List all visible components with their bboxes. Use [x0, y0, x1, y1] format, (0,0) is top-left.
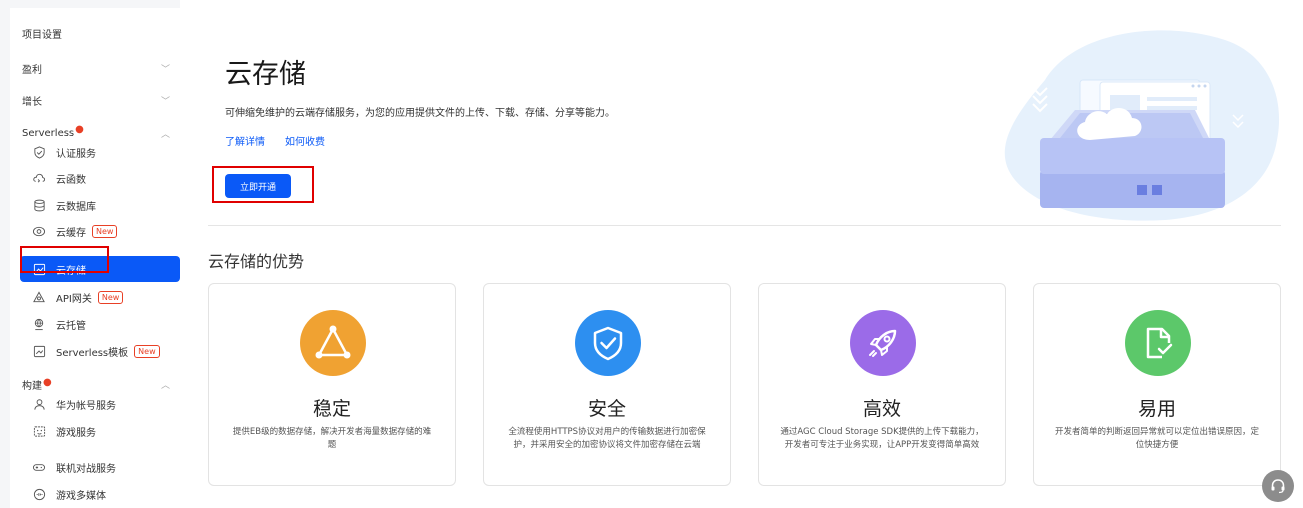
sidebar-item-label: 认证服务	[56, 148, 96, 160]
section-divider	[208, 225, 1281, 226]
card-description: 提供EB级的数据存储，解决开发者海量数据存储的难题	[232, 427, 432, 450]
sidebar-item-label: 游戏多媒体	[56, 490, 106, 502]
advantage-card-stable: 稳定 提供EB级的数据存储，解决开发者海量数据存储的难题	[208, 283, 456, 486]
shield-check-icon	[32, 145, 46, 159]
sidebar-project-settings[interactable]: 项目设置	[22, 23, 170, 43]
highlight-box-open-button	[212, 166, 314, 203]
storage-illustration	[1004, 30, 1280, 221]
page-description: 可伸缩免维护的云端存储服务，为您的应用提供文件的上传、下载、存储、分享等能力。	[225, 108, 615, 119]
highlight-box-sidebar-storage	[20, 246, 109, 273]
sidebar-item-cloud-function[interactable]: 云函数	[20, 165, 180, 191]
sidebar-section-growth[interactable]: 增长 ﹀	[22, 90, 170, 110]
sidebar-item-game-service[interactable]: 游戏服务	[20, 418, 180, 444]
sidebar-item-label: Serverless模板	[56, 347, 129, 359]
triangle-nodes-icon	[300, 310, 366, 376]
rocket-icon	[850, 310, 916, 376]
cloud-function-icon	[32, 171, 46, 185]
template-icon	[32, 344, 46, 358]
sidebar-item-label: 云缓存	[56, 227, 86, 239]
database-icon	[32, 198, 46, 212]
chevron-down-icon: ﹀	[160, 64, 170, 75]
sidebar-section-monetize[interactable]: 盈利 ﹀	[22, 58, 170, 78]
game-icon	[32, 424, 46, 438]
sidebar-item-serverless-template[interactable]: Serverless模板 New	[20, 338, 180, 364]
sidebar-item-game-multimedia[interactable]: 游戏多媒体	[20, 481, 180, 507]
sidebar-section-label: Serverless	[22, 127, 75, 139]
sidebar-item-cloud-database[interactable]: 云数据库	[20, 192, 180, 218]
sidebar-item-label: 华为帐号服务	[56, 400, 116, 412]
sidebar-item-label: 游戏服务	[56, 427, 96, 439]
multimedia-icon	[32, 487, 46, 501]
advantages-title: 云存储的优势	[208, 252, 305, 271]
learn-more-link[interactable]: 了解详情	[225, 133, 265, 148]
chevron-down-icon: ﹀	[160, 96, 170, 107]
sidebar-item-label: 云托管	[56, 320, 86, 332]
red-dot-indicator: ●	[75, 123, 84, 135]
card-description: 全流程使用HTTPS协议对用户的传输数据进行加密保护，并采用安全的加密协议将文件…	[508, 427, 706, 450]
sidebar-item-auth-service[interactable]: 认证服务	[20, 139, 180, 165]
card-description: 开发者简单的判断返回异常就可以定位出错误原因，定位快捷方便	[1054, 427, 1259, 450]
card-description: 通过AGC Cloud Storage SDK提供的上传下载能力，开发者可专注于…	[780, 427, 984, 450]
advantage-card-efficient: 高效 通过AGC Cloud Storage SDK提供的上传下载能力，开发者可…	[758, 283, 1006, 486]
sidebar-project-settings-label: 项目设置	[22, 29, 62, 41]
sidebar-section-label: 增长	[22, 96, 42, 108]
cloud-hosting-icon	[32, 317, 46, 331]
cache-icon	[32, 224, 46, 238]
red-dot-indicator: ●	[43, 376, 52, 388]
advantage-card-easy: 易用 开发者简单的判断返回异常就可以定位出错误原因，定位快捷方便	[1033, 283, 1281, 486]
new-badge: New	[92, 224, 118, 238]
card-title: 稳定	[312, 398, 351, 420]
gamepad-icon	[32, 460, 46, 474]
new-badge: New	[97, 290, 124, 304]
card-title: 安全	[587, 398, 626, 420]
sidebar-item-api-gateway[interactable]: API网关 New	[20, 284, 180, 310]
sidebar-item-label: 云数据库	[56, 201, 96, 213]
page-title: 云存储	[225, 59, 306, 90]
card-title: 易用	[1137, 398, 1176, 420]
sidebar-item-cloud-hosting[interactable]: 云托管	[20, 311, 180, 337]
sidebar-item-label: API网关	[56, 293, 92, 305]
sidebar-item-cloud-cache[interactable]: 云缓存 New	[20, 218, 180, 244]
chevron-up-icon: ︿	[160, 380, 170, 391]
sidebar-item-label: 联机对战服务	[56, 463, 116, 475]
pricing-link[interactable]: 如何收费	[285, 133, 325, 148]
card-title: 高效	[862, 398, 901, 420]
sidebar-section-label: 盈利	[22, 64, 42, 76]
support-headset-icon[interactable]	[1262, 470, 1294, 502]
advantage-card-secure: 安全 全流程使用HTTPS协议对用户的传输数据进行加密保护，并采用安全的加密协议…	[483, 283, 731, 486]
main-content: 云存储 可伸缩免维护的云端存储服务，为您的应用提供文件的上传、下载、存储、分享等…	[180, 0, 1303, 508]
document-check-icon	[1125, 310, 1191, 376]
api-gateway-icon	[32, 290, 46, 304]
sidebar-item-label: 云函数	[56, 174, 86, 186]
shield-check-icon	[575, 310, 641, 376]
sidebar-section-label: 构建	[22, 380, 42, 392]
chevron-up-icon: ︿	[160, 129, 170, 140]
new-badge: New	[134, 344, 160, 358]
sidebar-item-online-battle[interactable]: 联机对战服务	[20, 454, 180, 480]
user-icon	[32, 397, 46, 411]
sidebar-item-huawei-account[interactable]: 华为帐号服务	[20, 391, 180, 417]
